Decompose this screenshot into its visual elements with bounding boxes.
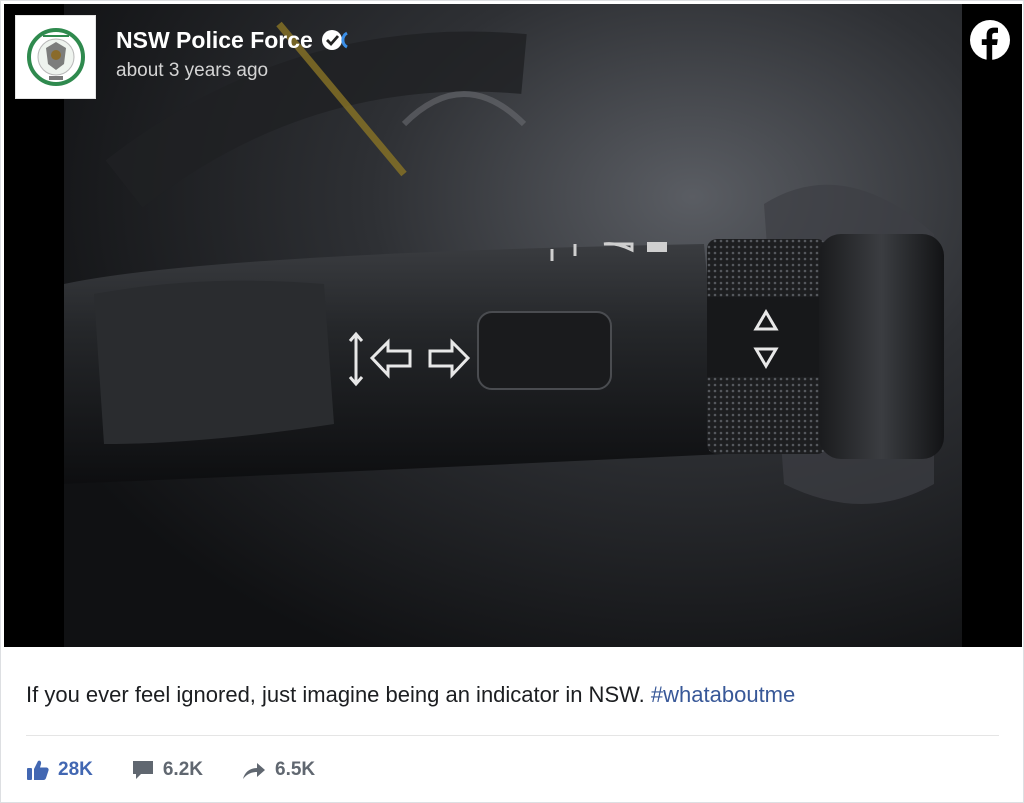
divider (26, 735, 999, 736)
page-name[interactable]: NSW Police Force (116, 26, 313, 54)
share-arrow-icon (243, 763, 265, 779)
facebook-logo-icon[interactable] (969, 19, 1011, 61)
post-header: NSW Police Force about 3 years ago (15, 15, 355, 99)
post-caption: If you ever feel ignored, just imagine b… (26, 680, 795, 710)
verified-badge-icon (321, 28, 355, 52)
page-name-row: NSW Police Force (116, 26, 355, 54)
shares-value: 6.5K (275, 759, 316, 780)
engagement-bar: 28K 6.2K 6.5K (26, 758, 353, 782)
caption-text: If you ever feel ignored, just imagine b… (26, 682, 645, 707)
comments-value: 6.2K (162, 759, 203, 780)
avatar[interactable] (15, 15, 96, 99)
post-photo[interactable] (4, 4, 1022, 647)
indicator-stalk-photo (4, 4, 1022, 647)
thumbs-up-icon (27, 760, 49, 780)
comments-count[interactable]: 6.2K (131, 759, 203, 781)
comment-bubble-icon (132, 761, 153, 779)
likes-value: 28K (58, 759, 93, 780)
facebook-post-embed: NSW Police Force about 3 years ago If yo… (0, 0, 1024, 803)
police-crest-icon (26, 28, 85, 86)
shares-count[interactable]: 6.5K (241, 759, 315, 781)
likes-count[interactable]: 28K (26, 758, 93, 782)
hashtag-link[interactable]: #whataboutme (651, 682, 795, 707)
post-timestamp[interactable]: about 3 years ago (116, 58, 355, 84)
